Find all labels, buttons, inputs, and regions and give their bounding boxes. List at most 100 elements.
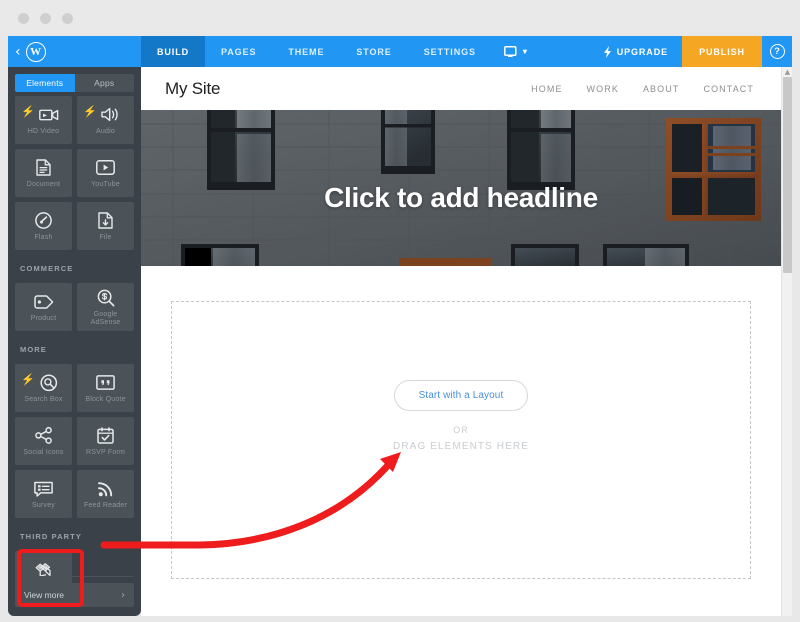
- element-tile-label: Google AdSense: [90, 310, 121, 326]
- survey-list-icon: [34, 479, 53, 499]
- toolbar-tab-build[interactable]: BUILD: [141, 36, 205, 67]
- calendar-check-icon: [97, 426, 114, 446]
- element-tile-social-icons[interactable]: Social Icons: [15, 417, 72, 465]
- site-canvas: My Site HOME WORK ABOUT CONTACT Click to…: [141, 67, 781, 616]
- element-tile-document[interactable]: Document: [15, 149, 72, 197]
- element-tile-label: Product: [30, 314, 57, 322]
- drop-zone[interactable]: Start with a Layout OR DRAG ELEMENTS HER…: [171, 301, 751, 579]
- element-tile-label: Audio: [96, 127, 115, 135]
- element-tile-label: File: [99, 233, 112, 241]
- element-tile-file[interactable]: File: [77, 202, 134, 250]
- window-close-button[interactable]: [18, 13, 29, 24]
- view-more-button[interactable]: View more ›: [15, 583, 134, 607]
- lightning-bolt-icon: [603, 45, 612, 58]
- element-tile-label: Social Icons: [23, 448, 64, 456]
- publish-label: PUBLISH: [699, 46, 745, 57]
- rss-icon: [97, 479, 114, 499]
- scroll-up-arrow-icon[interactable]: ▲: [784, 69, 791, 76]
- tab-apps[interactable]: Apps: [74, 74, 134, 92]
- site-header: My Site HOME WORK ABOUT CONTACT: [141, 67, 781, 110]
- speaker-icon: [101, 105, 120, 125]
- pro-lightning-bolt-icon: ⚡: [21, 106, 35, 118]
- chevron-right-icon: ›: [121, 589, 125, 601]
- element-tile-audio[interactable]: ⚡ Audio: [77, 96, 134, 144]
- element-list-scroll[interactable]: ⚡ HD Video ⚡ Audio Document YouTube Flash File C…: [8, 96, 141, 609]
- element-tile-search-box[interactable]: ⚡ Search Box: [15, 364, 72, 412]
- section-label-commerce: COMMERCE: [20, 264, 74, 273]
- element-tile-label: Search Box: [24, 395, 63, 403]
- start-with-layout-button[interactable]: Start with a Layout: [393, 380, 529, 411]
- pro-lightning-bolt-icon: ⚡: [21, 374, 35, 386]
- toolbar-tab-store[interactable]: STORE: [340, 36, 407, 67]
- content-area: Start with a Layout OR DRAG ELEMENTS HER…: [141, 266, 781, 616]
- video-camera-icon: [38, 105, 59, 125]
- upgrade-label: UPGRADE: [616, 46, 668, 57]
- element-tile-flash[interactable]: Flash: [15, 202, 72, 250]
- view-more-label: View more: [24, 590, 64, 600]
- section-label-third-party: THIRD PARTY: [20, 532, 82, 541]
- chevron-down-icon: ▾: [522, 47, 528, 56]
- device-preview-selector[interactable]: ▾: [492, 36, 540, 67]
- window-minimize-button[interactable]: [40, 13, 51, 24]
- hero-banner[interactable]: Click to add headline: [141, 110, 781, 266]
- element-tile-feed-reader[interactable]: Feed Reader: [77, 470, 134, 518]
- drag-elements-hint: DRAG ELEMENTS HERE: [393, 441, 529, 452]
- element-tile-youtube[interactable]: YouTube: [77, 149, 134, 197]
- nav-item-home[interactable]: HOME: [531, 84, 562, 94]
- editor-scrollbar[interactable]: ▲: [781, 67, 792, 616]
- element-tile-google-adsense[interactable]: Google AdSense: [77, 283, 134, 331]
- hero-headline[interactable]: Click to add headline: [141, 182, 781, 214]
- element-tile-label: RSVP Form: [85, 448, 125, 456]
- element-grid: ⚡ HD Video ⚡ Audio Document YouTube Flash File C…: [8, 96, 141, 599]
- flash-circle-icon: [35, 211, 52, 231]
- site-nav: HOME WORK ABOUT CONTACT: [531, 84, 754, 94]
- help-button[interactable]: ?: [762, 36, 792, 67]
- play-box-icon: [96, 158, 115, 178]
- element-tile-survey[interactable]: Survey: [15, 470, 72, 518]
- scrollbar-thumb[interactable]: [783, 77, 792, 273]
- element-tile-product[interactable]: Product: [15, 283, 72, 331]
- panel-tab-group: Elements Apps: [15, 74, 134, 92]
- site-title[interactable]: My Site: [165, 79, 220, 99]
- editor-toolbar: BUILD PAGES THEME STORE SETTINGS ▾ UPGRA…: [141, 36, 792, 67]
- elements-sidebar: ‹ Elements Apps ⚡ HD Video ⚡ Audio Document Y…: [8, 36, 141, 616]
- question-mark-icon: ?: [769, 44, 785, 59]
- toolbar-tab-pages[interactable]: PAGES: [205, 36, 272, 67]
- nav-item-work[interactable]: WORK: [587, 84, 619, 94]
- magnifier-dollar-icon: [97, 288, 115, 308]
- element-tile-label: Document: [26, 180, 61, 188]
- element-tile-label: Block Quote: [85, 395, 126, 403]
- drop-zone-inner: Start with a Layout OR DRAG ELEMENTS HER…: [172, 380, 750, 452]
- search-circle-icon: [39, 373, 58, 393]
- element-tile-hd-video[interactable]: ⚡ HD Video: [15, 96, 72, 144]
- toolbar-tab-theme[interactable]: THEME: [272, 36, 340, 67]
- section-label-more: MORE: [20, 345, 47, 354]
- or-separator-label: OR: [453, 425, 469, 435]
- document-icon: [36, 158, 51, 178]
- element-tile-label: Survey: [32, 501, 55, 509]
- element-tile-label: Feed Reader: [83, 501, 128, 509]
- element-tile-label: Flash: [34, 233, 53, 241]
- pro-lightning-bolt-icon: ⚡: [83, 106, 97, 118]
- upgrade-button[interactable]: UPGRADE: [590, 36, 682, 67]
- toolbar-tab-settings[interactable]: SETTINGS: [408, 36, 492, 67]
- publish-button[interactable]: PUBLISH: [682, 36, 762, 67]
- back-icon[interactable]: ‹: [15, 45, 21, 59]
- window-maximize-button[interactable]: [62, 13, 73, 24]
- element-tile-label: HD Video: [27, 127, 60, 135]
- element-tile-label: YouTube: [91, 180, 120, 188]
- monitor-icon: [503, 45, 519, 58]
- tab-elements[interactable]: Elements: [15, 74, 75, 92]
- sidebar-divider: [15, 576, 134, 577]
- weebly-logo-icon: [25, 41, 46, 62]
- nav-item-contact[interactable]: CONTACT: [703, 84, 754, 94]
- tag-icon: [33, 292, 54, 312]
- file-download-icon: [98, 211, 113, 231]
- nav-item-about[interactable]: ABOUT: [643, 84, 680, 94]
- sidebar-header: ‹: [8, 36, 141, 67]
- editor-window: BUILD PAGES THEME STORE SETTINGS ▾ UPGRA…: [141, 36, 792, 616]
- share-nodes-icon: [34, 426, 53, 446]
- element-tile-block-quote[interactable]: Block Quote: [77, 364, 134, 412]
- element-tile-rsvp-form[interactable]: RSVP Form: [77, 417, 134, 465]
